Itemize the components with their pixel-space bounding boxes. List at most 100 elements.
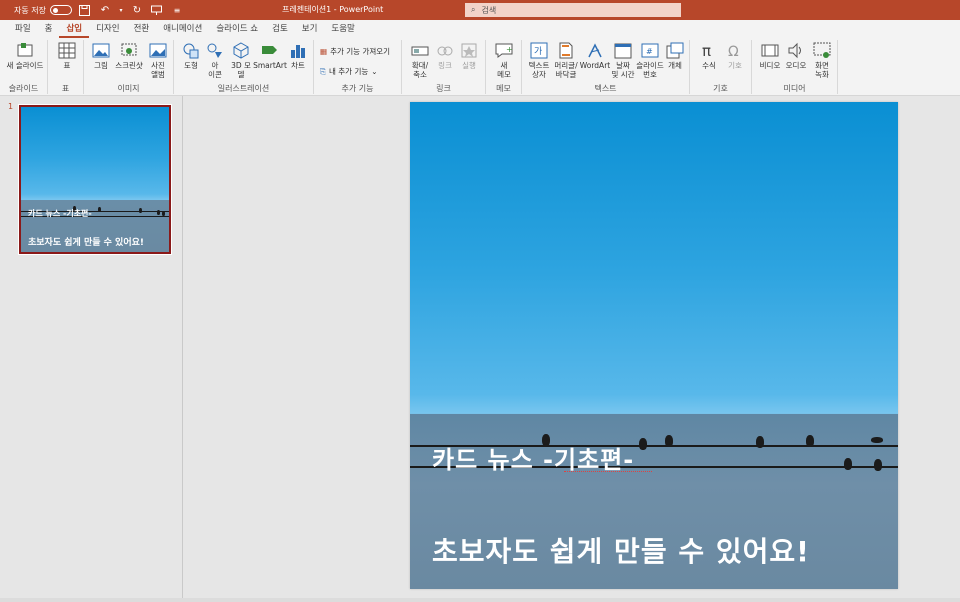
autosave-toggle[interactable]: 자동 저장	[14, 5, 72, 16]
date-time-label-2: 및 시간	[611, 70, 635, 79]
3d-models-button[interactable]: 3D 모 델	[228, 42, 254, 79]
screen-recording-label-1: 화면	[815, 61, 829, 70]
wordart-label: WordArt	[579, 61, 611, 70]
link-icon	[437, 46, 453, 56]
svg-text:π: π	[702, 42, 711, 59]
undo-icon[interactable]: ↶	[98, 3, 112, 17]
tab-design[interactable]: 디자인	[89, 20, 126, 38]
bird	[871, 437, 883, 443]
textbox-button[interactable]: 가 텍스트 상자	[526, 42, 552, 79]
tab-transitions[interactable]: 전환	[127, 20, 157, 38]
bird	[756, 436, 764, 448]
group-media: 비디오 오디오 화면 녹화 미디어	[752, 40, 838, 94]
get-addins-label: 추가 기능 가져오기	[330, 47, 391, 56]
zoom-label-1: 확대/	[411, 61, 429, 70]
group-comments: + 새 메모 메모	[486, 40, 522, 94]
group-label-text: 텍스트	[594, 84, 617, 93]
quick-access-toolbar: ↶ ▾ ↻ ≡	[78, 3, 184, 17]
symbol-label: 기호	[728, 61, 742, 70]
status-bar-edge	[0, 598, 960, 602]
header-footer-label-1: 머리글/	[554, 61, 578, 70]
photo-album-icon	[149, 43, 167, 58]
chart-label: 차트	[291, 61, 305, 70]
textbox-icon: 가	[530, 42, 548, 59]
group-images: 그림 스크린샷 사진 앨범 이미지	[84, 40, 174, 94]
redo-icon[interactable]: ↻	[130, 3, 144, 17]
smartart-button[interactable]: SmartArt	[253, 42, 287, 70]
equation-button[interactable]: π 수식	[698, 42, 720, 70]
screenshot-icon	[121, 43, 137, 56]
zoom-button[interactable]: 확대/ 축소	[408, 42, 432, 79]
icons-button[interactable]: 아 이콘	[204, 42, 226, 79]
audio-label: 오디오	[785, 61, 807, 70]
screen-recording-button[interactable]: 화면 녹화	[810, 42, 834, 79]
document-title: 프레젠테이션1 - PowerPoint	[282, 5, 384, 14]
slide-number-button[interactable]: # 슬라이드 번호	[636, 42, 664, 79]
object-label: 개체	[668, 61, 682, 70]
customize-qat-icon[interactable]: ≡	[170, 3, 184, 17]
slide-subtitle[interactable]: 초보자도 쉽게 만들 수 있어요!	[432, 530, 810, 570]
spellcheck-underline	[564, 468, 652, 472]
film-icon	[761, 44, 779, 57]
omega-icon: Ω	[728, 44, 739, 59]
action-button[interactable]: 실행	[458, 42, 480, 70]
smartart-icon	[262, 46, 277, 54]
slide-canvas[interactable]: 카드 뉴스 -기초편- 초보자도 쉽게 만들 수 있어요!	[410, 102, 898, 589]
tab-help[interactable]: 도움말	[324, 20, 361, 38]
header-footer-button[interactable]: 머리글/ 바닥글	[552, 42, 580, 79]
video-button[interactable]: 비디오	[758, 42, 782, 70]
cube-icon	[233, 42, 249, 59]
screenshot-button[interactable]: 스크린샷	[114, 42, 144, 70]
svg-text:#: #	[646, 47, 653, 56]
svg-text:+: +	[506, 45, 513, 54]
link-button[interactable]: 링크	[434, 42, 456, 70]
addins-icon: ⎘	[320, 66, 326, 76]
bird	[874, 459, 882, 471]
thumbnail-bird	[98, 207, 101, 212]
bird	[665, 435, 673, 447]
new-comment-button[interactable]: + 새 메모	[493, 42, 515, 79]
tab-file[interactable]: 파일	[8, 20, 38, 38]
photo-album-button[interactable]: 사진 앨범	[146, 42, 170, 79]
symbol-button[interactable]: Ω 기호	[724, 42, 746, 70]
tab-insert[interactable]: 삽입	[59, 20, 90, 38]
dropdown-icon[interactable]: ▾	[118, 3, 124, 17]
audio-button[interactable]: 오디오	[784, 42, 808, 70]
presentation-icon[interactable]	[150, 3, 164, 17]
get-addins-button[interactable]: ▦ 추가 기능 가져오기	[320, 46, 390, 57]
table-button[interactable]: 표	[57, 42, 77, 70]
chart-button[interactable]: 차트	[286, 42, 310, 70]
group-label-symbols: 기호	[713, 84, 728, 93]
tab-slideshow[interactable]: 슬라이드 쇼	[209, 20, 265, 38]
shapes-button[interactable]: 도형	[180, 42, 202, 70]
speaker-icon	[788, 42, 801, 59]
autosave-label: 자동 저장	[14, 5, 46, 15]
tab-animations[interactable]: 애니메이션	[156, 20, 209, 38]
group-label-illustrations: 일러스트레이션	[217, 84, 270, 93]
tab-review[interactable]: 검토	[265, 20, 295, 38]
save-icon[interactable]	[78, 3, 92, 17]
pictures-button[interactable]: 그림	[90, 42, 112, 70]
group-label-comments: 메모	[496, 84, 511, 93]
3d-models-label-2: 델	[237, 70, 245, 79]
toggle-switch[interactable]	[49, 5, 72, 15]
calendar-icon	[614, 43, 632, 59]
tab-view[interactable]: 보기	[295, 20, 325, 38]
zoom-label-2: 축소	[413, 70, 427, 79]
smartart-label: SmartArt	[253, 61, 287, 70]
chevron-down-icon: ⌄	[371, 67, 378, 76]
icons-icon	[207, 43, 222, 58]
new-slide-button[interactable]: 새 슬라이드	[6, 42, 44, 70]
group-illustrations: 도형 아 이콘 3D 모 델 SmartArt 차트 일러스트레이션	[174, 40, 314, 94]
search-input[interactable]: ⌕ 검색	[465, 3, 681, 17]
svg-text:Ω: Ω	[728, 44, 739, 59]
slide-thumbnail[interactable]: 카드 뉴스 -기초편- 초보자도 쉽게 만들 수 있어요!	[18, 104, 172, 255]
wordart-button[interactable]: WordArt	[580, 42, 610, 70]
object-button[interactable]: 개체	[664, 42, 686, 70]
slide-thumbnail-pane[interactable]: 1 카드 뉴스 -기초편- 초보자도 쉽게 만들 수 있어요!	[0, 96, 183, 602]
date-time-button[interactable]: 날짜 및 시간	[610, 42, 636, 79]
chart-icon	[291, 45, 305, 58]
my-addins-button[interactable]: ⎘ 내 추가 기능 ⌄	[320, 66, 378, 77]
search-icon: ⌕	[471, 5, 476, 14]
tab-home[interactable]: 홈	[38, 20, 60, 38]
